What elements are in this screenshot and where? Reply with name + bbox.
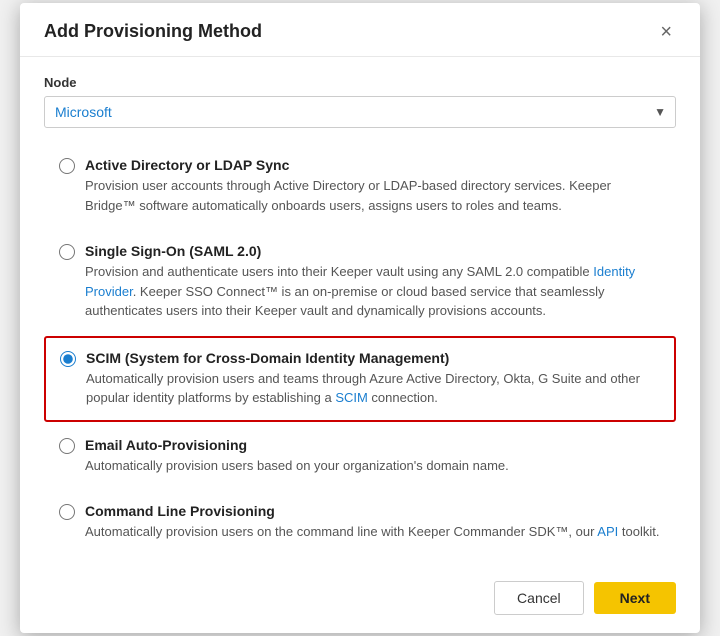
node-section: Node Microsoft ▼ [44,75,676,128]
radio-col-scim [60,351,76,370]
option-desc-ad-ldap: Provision user accounts through Active D… [85,176,661,215]
cancel-button[interactable]: Cancel [494,581,584,615]
dialog-header: Add Provisioning Method × [20,3,700,57]
option-content-scim: SCIM (System for Cross-Domain Identity M… [86,350,660,408]
option-cli[interactable]: Command Line Provisioning Automatically … [44,490,676,555]
option-title-sso: Single Sign-On (SAML 2.0) [85,243,661,259]
next-button[interactable]: Next [594,582,676,614]
option-title-cli: Command Line Provisioning [85,503,661,519]
radio-sso[interactable] [59,244,75,260]
link-idp[interactable]: Identity Provider [85,264,635,299]
close-button[interactable]: × [656,22,676,42]
option-desc-email: Automatically provision users based on y… [85,456,661,476]
radio-email[interactable] [59,438,75,454]
dialog-footer: Cancel Next [20,567,700,633]
option-title-scim: SCIM (System for Cross-Domain Identity M… [86,350,660,366]
link-api[interactable]: API [597,524,618,539]
add-provisioning-dialog: Add Provisioning Method × Node Microsoft… [20,3,700,633]
option-scim[interactable]: SCIM (System for Cross-Domain Identity M… [44,336,676,422]
radio-ad-ldap[interactable] [59,158,75,174]
option-desc-scim: Automatically provision users and teams … [86,369,660,408]
dialog-body: Node Microsoft ▼ Active Directory or LDA… [20,57,700,567]
radio-col-cli [59,504,75,523]
provisioning-options-list: Active Directory or LDAP Sync Provision … [44,144,676,555]
option-title-email: Email Auto-Provisioning [85,437,661,453]
option-content-sso: Single Sign-On (SAML 2.0) Provision and … [85,243,661,321]
option-email[interactable]: Email Auto-Provisioning Automatically pr… [44,424,676,489]
node-select-wrapper: Microsoft ▼ [44,96,676,128]
option-content-ad-ldap: Active Directory or LDAP Sync Provision … [85,157,661,215]
option-title-ad-ldap: Active Directory or LDAP Sync [85,157,661,173]
radio-cli[interactable] [59,504,75,520]
radio-scim[interactable] [60,351,76,367]
radio-col-email [59,438,75,457]
node-select[interactable]: Microsoft [44,96,676,128]
option-content-email: Email Auto-Provisioning Automatically pr… [85,437,661,476]
option-desc-cli: Automatically provision users on the com… [85,522,661,542]
option-ad-ldap[interactable]: Active Directory or LDAP Sync Provision … [44,144,676,228]
radio-col-sso [59,244,75,263]
option-sso[interactable]: Single Sign-On (SAML 2.0) Provision and … [44,230,676,334]
dialog-title: Add Provisioning Method [44,21,262,42]
node-label: Node [44,75,676,90]
option-desc-sso: Provision and authenticate users into th… [85,262,661,321]
radio-col-ad-ldap [59,158,75,177]
link-scim[interactable]: SCIM [335,390,368,405]
option-content-cli: Command Line Provisioning Automatically … [85,503,661,542]
